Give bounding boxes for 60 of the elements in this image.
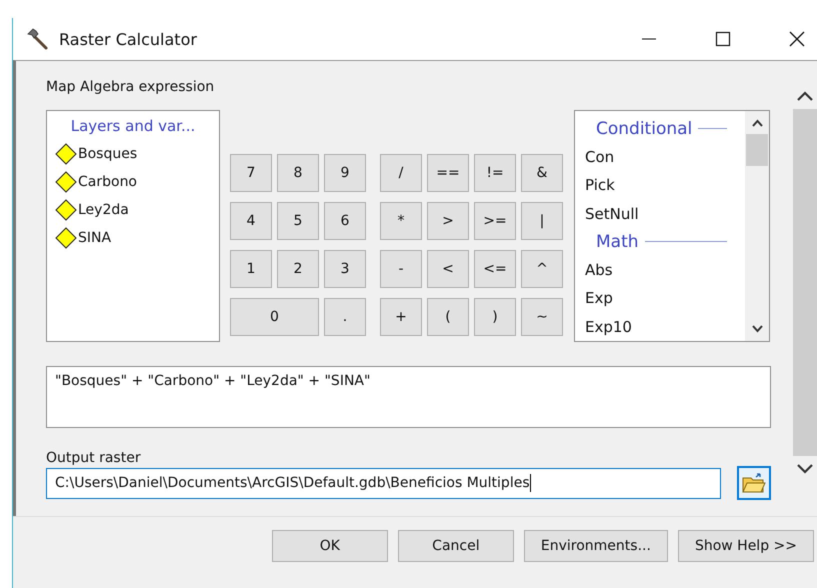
diamond-icon <box>55 143 77 165</box>
layer-item[interactable]: Carbono <box>49 168 217 196</box>
dialog-button[interactable]: Show Help >> <box>678 530 814 562</box>
operator-button[interactable]: ~ <box>521 298 563 336</box>
operator-button[interactable]: < <box>427 250 469 288</box>
operator-button[interactable]: ) <box>474 298 516 336</box>
field-label: Output raster <box>46 450 142 468</box>
dialog-button[interactable]: OK <box>272 530 388 562</box>
keypad-button[interactable]: 6 <box>324 202 366 240</box>
operator-button[interactable]: != <box>474 154 516 192</box>
keypad-button[interactable]: 1 <box>230 250 272 288</box>
function-item[interactable]: Pick <box>585 171 745 200</box>
layer-item[interactable]: SINA <box>49 224 217 252</box>
category-header: Math <box>596 232 639 252</box>
keypad-button[interactable]: 0 <box>230 298 319 336</box>
close-icon[interactable] <box>789 31 805 47</box>
operator-button[interactable]: | <box>521 202 563 240</box>
keypad-button[interactable]: 2 <box>277 250 319 288</box>
function-item[interactable]: Con <box>585 142 745 171</box>
expression-field[interactable]: "Bosques" + "Carbono" + "Ley2da" + "SINA" <box>46 366 771 428</box>
function-item[interactable]: Exp10 <box>585 312 745 341</box>
function-item[interactable]: Exp <box>585 284 745 312</box>
operator-button[interactable]: > <box>427 202 469 240</box>
layer-item[interactable]: Ley2da <box>49 196 217 224</box>
operator-button[interactable]: == <box>427 154 469 192</box>
operator-button[interactable]: >= <box>474 202 516 240</box>
operator-button[interactable]: / <box>380 154 422 192</box>
operator-button[interactable]: & <box>521 154 563 192</box>
operator-button[interactable]: ( <box>427 298 469 336</box>
scrollbar-thumb[interactable] <box>793 109 817 456</box>
keypad-button[interactable]: 9 <box>324 154 366 192</box>
function-item[interactable]: Abs <box>585 256 745 284</box>
category-header: Conditional <box>596 118 692 139</box>
operator-button[interactable]: ^ <box>521 250 563 288</box>
function-item[interactable]: SetNull <box>585 200 745 228</box>
keypad-button[interactable]: 3 <box>324 250 366 288</box>
hammer-icon <box>25 27 49 51</box>
maximize-icon[interactable] <box>715 31 731 47</box>
window-title: Raster Calculator <box>59 30 197 48</box>
list-header: Layers and var... <box>70 117 196 135</box>
diamond-icon <box>55 199 77 221</box>
dialog-button[interactable]: Environments... <box>524 530 668 562</box>
scrollbar-thumb[interactable] <box>746 134 768 166</box>
diamond-icon <box>55 171 77 193</box>
folder-icon <box>742 472 766 494</box>
operator-button[interactable]: * <box>380 202 422 240</box>
dialog-button[interactable]: Cancel <box>398 530 514 562</box>
operator-button[interactable]: <= <box>474 250 516 288</box>
keypad-button[interactable]: 5 <box>277 202 319 240</box>
layer-item[interactable]: Bosques <box>49 140 217 168</box>
keypad-button[interactable]: 4 <box>230 202 272 240</box>
diamond-icon <box>55 227 77 249</box>
operator-button[interactable]: - <box>380 250 422 288</box>
keypad-button[interactable]: 7 <box>230 154 272 192</box>
keypad-button[interactable]: . <box>324 298 366 336</box>
output-field[interactable]: C:\Users\Daniel\Documents\ArcGIS\Default.gdb\Beneficios Multiples <box>46 468 721 498</box>
section-label: Map Algebra expression <box>46 79 216 97</box>
browse-button[interactable] <box>737 466 771 500</box>
operator-button[interactable]: + <box>380 298 422 336</box>
keypad-button[interactable]: 8 <box>277 154 319 192</box>
